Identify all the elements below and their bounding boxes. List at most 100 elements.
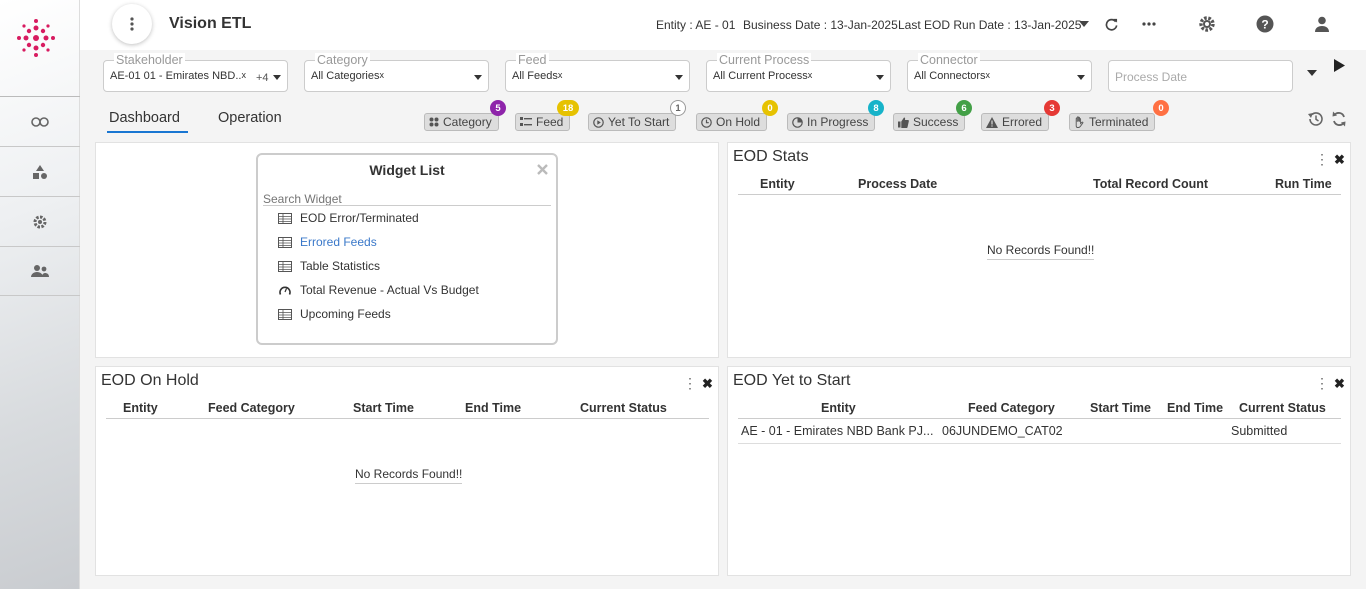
tab-dashboard[interactable]: Dashboard: [109, 110, 180, 126]
column-header[interactable]: Feed Category: [968, 401, 1055, 415]
current-process-filter[interactable]: Current Process All Current Processx: [706, 53, 891, 92]
user-profile-button[interactable]: [1312, 14, 1332, 34]
chip-terminated-label: Terminated: [1089, 115, 1149, 129]
close-icon: [537, 164, 548, 175]
column-header[interactable]: Entity: [821, 401, 856, 415]
current-process-clear[interactable]: x: [808, 70, 813, 80]
reload-button[interactable]: [1331, 110, 1347, 131]
chip-on-hold[interactable]: On Hold: [696, 113, 768, 131]
app-logo: [17, 19, 55, 57]
gear-icon: [1199, 16, 1215, 32]
panel-menu-button[interactable]: ⋮: [1315, 151, 1329, 168]
column-header[interactable]: Entity: [760, 177, 795, 191]
table-header: Entity Feed Category Start Time End Time…: [106, 397, 709, 419]
sidebar-item-settings[interactable]: [0, 196, 80, 246]
gauge-icon: [279, 286, 291, 295]
feed-clear[interactable]: x: [558, 70, 563, 80]
caret-down-icon: [1307, 70, 1317, 76]
column-header[interactable]: Start Time: [353, 401, 414, 415]
history-button[interactable]: [1307, 110, 1325, 131]
help-button[interactable]: ?: [1255, 14, 1275, 34]
process-date-placeholder: Process Date: [1115, 70, 1188, 84]
shapes-icon: [33, 164, 47, 179]
empty-state-message: No Records Found!!: [355, 467, 463, 484]
sidebar-item-users[interactable]: [0, 246, 80, 296]
chip-errored[interactable]: Errored: [981, 113, 1050, 131]
feed-filter[interactable]: Feed All Feedsx: [505, 53, 690, 92]
category-count-badge: 5: [490, 100, 506, 116]
widget-item-errored-feeds[interactable]: Errored Feeds: [278, 233, 377, 251]
widget-item-label: EOD Error/Terminated: [300, 211, 419, 225]
business-date: Business Date : 13-Jan-2025: [743, 18, 898, 32]
main-menu-button[interactable]: [112, 4, 152, 44]
column-header[interactable]: Entity: [123, 401, 158, 415]
stakeholder-filter[interactable]: Stakeholder AE-01 01 - Emirates NBD..x +…: [103, 53, 288, 92]
sidebar-item-links[interactable]: [0, 96, 80, 146]
terminated-count-badge: 0: [1153, 100, 1169, 116]
category-clear[interactable]: x: [379, 70, 384, 80]
process-date-field[interactable]: Process Date: [1108, 60, 1293, 92]
chip-in-progress[interactable]: In Progress: [787, 113, 876, 131]
warning-icon: [986, 116, 998, 128]
column-header[interactable]: End Time: [1167, 401, 1223, 415]
column-header[interactable]: Start Time: [1090, 401, 1151, 415]
column-header[interactable]: Current Status: [580, 401, 667, 415]
column-header[interactable]: Run Time: [1275, 177, 1332, 191]
table-icon: [278, 260, 292, 272]
help-icon: ?: [1256, 15, 1274, 33]
category-value: All Categoriesx: [311, 70, 384, 82]
widget-list-popup: Widget List EOD Error/Terminated Errored…: [256, 153, 558, 345]
table-header: Entity Feed Category Start Time End Time…: [738, 397, 1341, 419]
table-row[interactable]: AE - 01 - Emirates NBD Bank PJ... 06JUND…: [738, 420, 1341, 444]
chevron-down-icon: [675, 75, 683, 80]
sidebar-item-shapes[interactable]: [0, 146, 80, 196]
table-icon: [278, 236, 292, 248]
panel-close-button[interactable]: ✖: [702, 376, 713, 392]
connector-filter[interactable]: Connector All Connectorsx: [907, 53, 1092, 92]
column-header[interactable]: Current Status: [1239, 401, 1326, 415]
eod-stats-panel: EOD Stats ⋮ ✖ Entity Process Date Total …: [727, 142, 1351, 358]
panel-close-button[interactable]: ✖: [1334, 152, 1345, 168]
widget-search-input[interactable]: [263, 192, 551, 206]
more-options-button[interactable]: [1139, 14, 1159, 34]
widget-item-eod-error[interactable]: EOD Error/Terminated: [278, 209, 419, 227]
panel-menu-button[interactable]: ⋮: [683, 375, 697, 392]
clock-icon: [701, 116, 712, 128]
settings-button[interactable]: [1197, 14, 1217, 34]
eod-date-dropdown[interactable]: [1074, 14, 1094, 34]
category-filter[interactable]: Category All Categoriesx: [304, 53, 489, 92]
stakeholder-selected: AE-01 01 - Emirates NBD..: [110, 70, 242, 82]
gear-icon: [33, 215, 47, 228]
feed-value: All Feedsx: [512, 70, 562, 82]
eod-on-hold-panel: EOD On Hold ⋮ ✖ Entity Feed Category Sta…: [95, 366, 719, 576]
panel-menu-button[interactable]: ⋮: [1315, 375, 1329, 392]
widget-item-upcoming-feeds[interactable]: Upcoming Feeds: [278, 305, 391, 323]
refresh-button[interactable]: [1101, 14, 1121, 34]
feed-selected: All Feeds: [512, 70, 558, 82]
stakeholder-clear[interactable]: x: [241, 70, 246, 80]
tab-operation[interactable]: Operation: [218, 110, 282, 126]
widget-list-close-button[interactable]: [537, 162, 548, 178]
chevron-down-icon: [273, 75, 281, 80]
column-header[interactable]: Total Record Count: [1093, 177, 1208, 191]
widget-item-total-revenue[interactable]: Total Revenue - Actual Vs Budget: [278, 281, 479, 299]
column-header[interactable]: Feed Category: [208, 401, 295, 415]
chip-yet-to-start[interactable]: Yet To Start: [588, 113, 677, 131]
more-filters-dropdown[interactable]: [1307, 65, 1317, 79]
current-process-value: All Current Processx: [713, 70, 812, 82]
column-header[interactable]: Process Date: [858, 177, 937, 191]
column-header[interactable]: End Time: [465, 401, 521, 415]
cell-entity: AE - 01 - Emirates NBD Bank PJ...: [741, 424, 934, 438]
widget-item-table-statistics[interactable]: Table Statistics: [278, 257, 380, 275]
apply-filters-button[interactable]: [1334, 59, 1345, 75]
chip-category[interactable]: Category: [424, 113, 499, 131]
vertical-dots-icon: [130, 17, 134, 31]
connector-clear[interactable]: x: [986, 70, 991, 80]
chevron-down-icon: [876, 75, 884, 80]
sync-icon: [1332, 111, 1346, 127]
chip-success[interactable]: Success: [893, 113, 966, 131]
users-icon: [31, 265, 49, 277]
chip-terminated[interactable]: Terminated: [1069, 113, 1156, 131]
panel-close-button[interactable]: ✖: [1334, 376, 1345, 392]
thumbs-up-icon: [898, 117, 909, 128]
